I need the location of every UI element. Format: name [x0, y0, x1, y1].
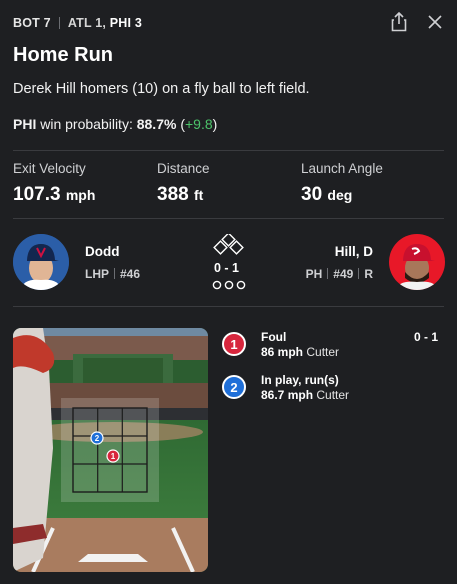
win-probability: PHI win probability: 88.7% (+9.8)	[13, 116, 217, 132]
stat-value: 107.3 mph	[13, 184, 96, 205]
batter-meta: PH #49 R	[305, 267, 373, 281]
bases-indicator	[212, 232, 246, 261]
outs-indicator	[212, 277, 246, 295]
inning-label: BOT 7	[13, 16, 51, 30]
stat-launch-angle: Launch Angle 30 deg	[301, 161, 383, 206]
divider	[13, 306, 444, 307]
stat-label: Launch Angle	[301, 161, 383, 176]
wp-value: 88.7%	[136, 116, 177, 132]
pitch-location-image: 2 1	[13, 328, 208, 572]
wp-team: PHI	[13, 116, 37, 132]
stat-exit-velocity: Exit Velocity 107.3 mph	[13, 161, 95, 206]
play-description: Derek Hill homers (10) on a fly ball to …	[13, 81, 310, 97]
stat-distance: Distance 388 ft	[157, 161, 210, 206]
stat-value: 388 ft	[157, 184, 204, 205]
pitch-result: Foul	[261, 330, 287, 344]
divider	[58, 17, 60, 29]
pitcher-meta: LHP #46	[85, 267, 141, 281]
pitch-number-badge: 1	[222, 332, 246, 356]
pitch-list: 1 Foul 0 - 1 86 mph Cutter 2 In play, ru…	[222, 330, 448, 410]
wp-change: (+9.8)	[180, 116, 218, 132]
pitch-marker-label: 2	[95, 434, 100, 443]
pitch-count: 0 - 1	[413, 330, 438, 344]
share-icon[interactable]	[391, 11, 407, 37]
wp-label: win probability:	[40, 116, 133, 132]
away-score: ATL 1,	[67, 16, 107, 30]
pitch-marker-label: 1	[111, 452, 116, 461]
game-status-bar: BOT 7 ATL 1, PHI 3	[13, 16, 142, 30]
pitcher-name[interactable]: Dodd	[85, 244, 120, 259]
play-title: Home Run	[13, 44, 113, 66]
header-actions	[391, 11, 443, 37]
batter-avatar[interactable]	[389, 234, 445, 290]
stat-label: Distance	[157, 161, 210, 176]
stat-label: Exit Velocity	[13, 161, 86, 176]
count-label: 0 - 1	[214, 261, 240, 275]
divider	[13, 218, 444, 219]
pitcher-avatar[interactable]	[13, 234, 69, 290]
divider	[13, 150, 444, 151]
pitch-number-badge: 2	[222, 375, 246, 399]
pitch-detail: 86.7 mph Cutter	[261, 388, 350, 402]
batter-name[interactable]: Hill, D	[335, 244, 373, 259]
pitch-marker-2[interactable]: 2	[90, 431, 104, 445]
pitch-marker-1[interactable]: 1	[106, 449, 120, 463]
stat-value: 30 deg	[301, 184, 353, 205]
pitch-detail: 86 mph Cutter	[261, 345, 340, 359]
home-score: PHI 3	[109, 16, 143, 30]
close-icon[interactable]	[427, 12, 443, 37]
pitch-result: In play, run(s)	[261, 373, 339, 387]
